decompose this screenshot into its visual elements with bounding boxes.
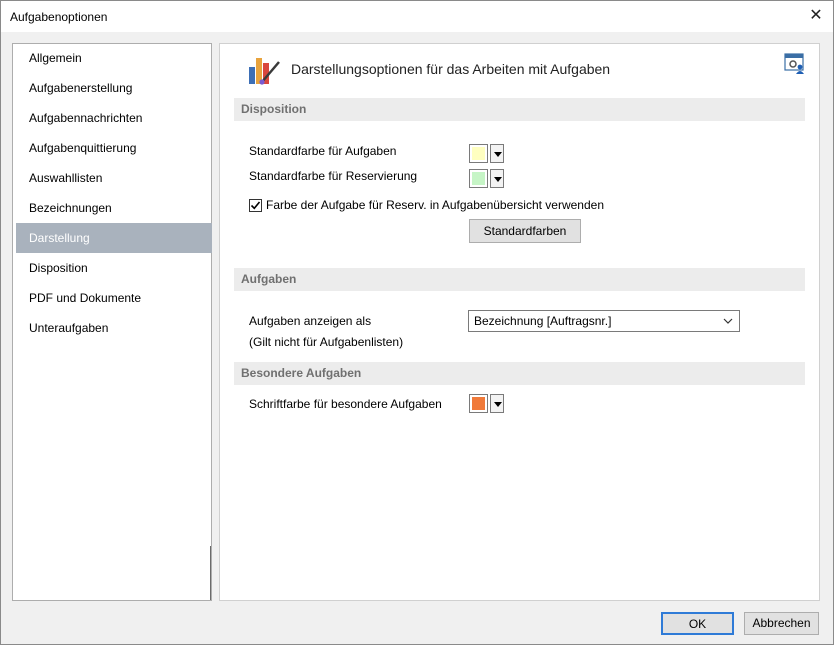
- category-list: Allgemein Aufgabenerstellung Aufgabennac…: [12, 43, 212, 601]
- special-font-color-swatch[interactable]: [469, 394, 488, 413]
- display-as-label: Aufgaben anzeigen als: [249, 314, 372, 328]
- default-colors-button[interactable]: Standardfarben: [469, 219, 581, 243]
- page-title: Darstellungsoptionen für das Arbeiten mi…: [291, 61, 611, 77]
- display-as-value: Bezeichnung [Auftragsnr.]: [474, 314, 612, 328]
- section-disposition: Disposition: [234, 98, 805, 121]
- settings-panel: Darstellungsoptionen für das Arbeiten mi…: [219, 43, 820, 601]
- reservation-color-label: Standardfarbe für Reservierung: [249, 169, 418, 183]
- sidebar-item-bezeichnungen[interactable]: Bezeichnungen: [16, 193, 212, 223]
- task-color-picker[interactable]: [469, 144, 505, 164]
- options-dialog: Aufgabenoptionen ✕ Allgemein Aufgabeners…: [0, 0, 834, 645]
- palette-chart-icon: [249, 54, 283, 86]
- sidebar-item-unteraufgaben[interactable]: Unteraufgaben: [16, 313, 212, 343]
- user-settings-icon[interactable]: [784, 53, 806, 75]
- use-task-color-checkbox[interactable]: [249, 199, 262, 212]
- reservation-color-swatch[interactable]: [469, 169, 488, 188]
- title-bar: Aufgabenoptionen ✕: [1, 1, 833, 32]
- sidebar-item-disposition[interactable]: Disposition: [16, 253, 212, 283]
- checkmark-icon: [250, 201, 261, 210]
- section-special-tasks: Besondere Aufgaben: [234, 362, 805, 385]
- close-icon[interactable]: ✕: [805, 5, 827, 27]
- special-font-color-fill: [472, 397, 485, 410]
- window-title: Aufgabenoptionen: [10, 10, 108, 24]
- sidebar-item-aufgabennachrichten[interactable]: Aufgabennachrichten: [16, 103, 212, 133]
- ok-button[interactable]: OK: [661, 612, 734, 635]
- reservation-color-fill: [472, 172, 485, 185]
- reservation-color-picker[interactable]: [469, 169, 505, 189]
- sidebar-item-darstellung[interactable]: Darstellung: [16, 223, 212, 253]
- sidebar-item-pdf-und-dokumente[interactable]: PDF und Dokumente: [16, 283, 212, 313]
- task-color-label: Standardfarbe für Aufgaben: [249, 144, 397, 158]
- sidebar-item-allgemein[interactable]: Allgemein: [16, 43, 212, 73]
- task-color-swatch[interactable]: [469, 144, 488, 163]
- reservation-color-dropdown-button[interactable]: [490, 169, 504, 188]
- sidebar-item-aufgabenerstellung[interactable]: Aufgabenerstellung: [16, 73, 212, 103]
- use-task-color-label[interactable]: Farbe der Aufgabe für Reserv. in Aufgabe…: [266, 198, 604, 212]
- special-font-color-picker[interactable]: [469, 394, 505, 414]
- special-font-color-label: Schriftfarbe für besondere Aufgaben: [249, 397, 442, 411]
- list-scroll-edge: [210, 546, 211, 600]
- sidebar-item-auswahllisten[interactable]: Auswahllisten: [16, 163, 212, 193]
- sidebar-item-aufgabenquittierung[interactable]: Aufgabenquittierung: [16, 133, 212, 163]
- section-tasks: Aufgaben: [234, 268, 805, 291]
- display-as-select[interactable]: Bezeichnung [Auftragsnr.]: [468, 310, 740, 332]
- special-font-color-dropdown-button[interactable]: [490, 394, 504, 413]
- display-as-note: (Gilt nicht für Aufgabenlisten): [249, 335, 404, 349]
- task-color-fill: [472, 147, 485, 160]
- cancel-button[interactable]: Abbrechen: [744, 612, 819, 635]
- chevron-down-icon: [723, 318, 733, 324]
- task-color-dropdown-button[interactable]: [490, 144, 504, 163]
